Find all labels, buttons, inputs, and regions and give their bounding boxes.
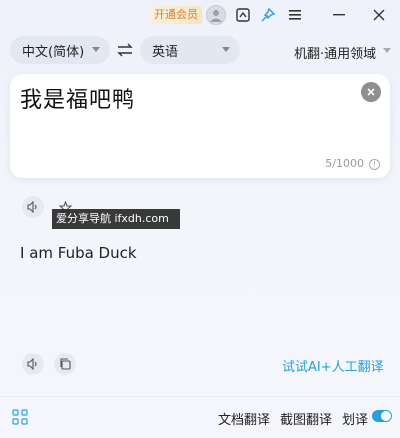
source-language-select[interactable]: 中文(简体) (10, 36, 110, 64)
target-language-label: 英语 (152, 44, 179, 60)
title-bar: 开通会员 (0, 0, 400, 30)
language-row: 中文(简体) 英语 机翻·通用领域 (0, 36, 400, 66)
speaker-icon[interactable] (22, 353, 44, 375)
pin-icon[interactable] (259, 6, 277, 24)
clear-button[interactable] (361, 82, 381, 102)
ai-human-translation-link[interactable]: 试试AI+人工翻译 (282, 356, 384, 375)
select-translate-toggle[interactable] (372, 410, 392, 422)
char-count: 5/1000 (325, 157, 364, 170)
doc-translate-button[interactable]: 文档翻译 (218, 409, 270, 428)
speaker-icon[interactable] (22, 196, 44, 218)
vip-button[interactable]: 开通会员 (150, 6, 202, 24)
translation-result: I am Fuba Duck (20, 244, 137, 262)
toggle-knob (381, 411, 391, 421)
screenshot-translate-button[interactable]: 截图翻译 (280, 409, 332, 428)
chevron-down-icon (222, 47, 230, 52)
chevron-down-icon (92, 47, 100, 52)
avatar-icon[interactable] (206, 5, 226, 25)
engine-select[interactable]: 机翻·通用领域 (294, 43, 376, 62)
menu-icon[interactable] (286, 6, 304, 24)
copy-icon[interactable] (54, 353, 76, 375)
apps-grid-icon[interactable] (12, 409, 28, 425)
info-icon[interactable]: ! (369, 159, 380, 170)
swap-languages-icon[interactable] (116, 42, 134, 58)
source-language-label: 中文(简体) (22, 44, 85, 60)
source-text[interactable]: 我是福吧鸭 (20, 82, 135, 114)
target-language-select[interactable]: 英语 (140, 36, 240, 64)
close-icon[interactable] (370, 6, 388, 24)
minimize-icon[interactable] (330, 6, 348, 24)
chevron-down-icon[interactable] (383, 48, 391, 53)
bottom-bar: 文档翻译 截图翻译 划译 (0, 396, 400, 438)
watermark-overlay: 爱分享导航 ifxdh.com (52, 209, 180, 229)
select-translate-label: 划译 (342, 413, 369, 428)
source-input-card[interactable]: 我是福吧鸭 5/1000 ! (10, 74, 390, 178)
screenshot-icon[interactable] (234, 6, 252, 24)
close-icon (367, 88, 375, 96)
